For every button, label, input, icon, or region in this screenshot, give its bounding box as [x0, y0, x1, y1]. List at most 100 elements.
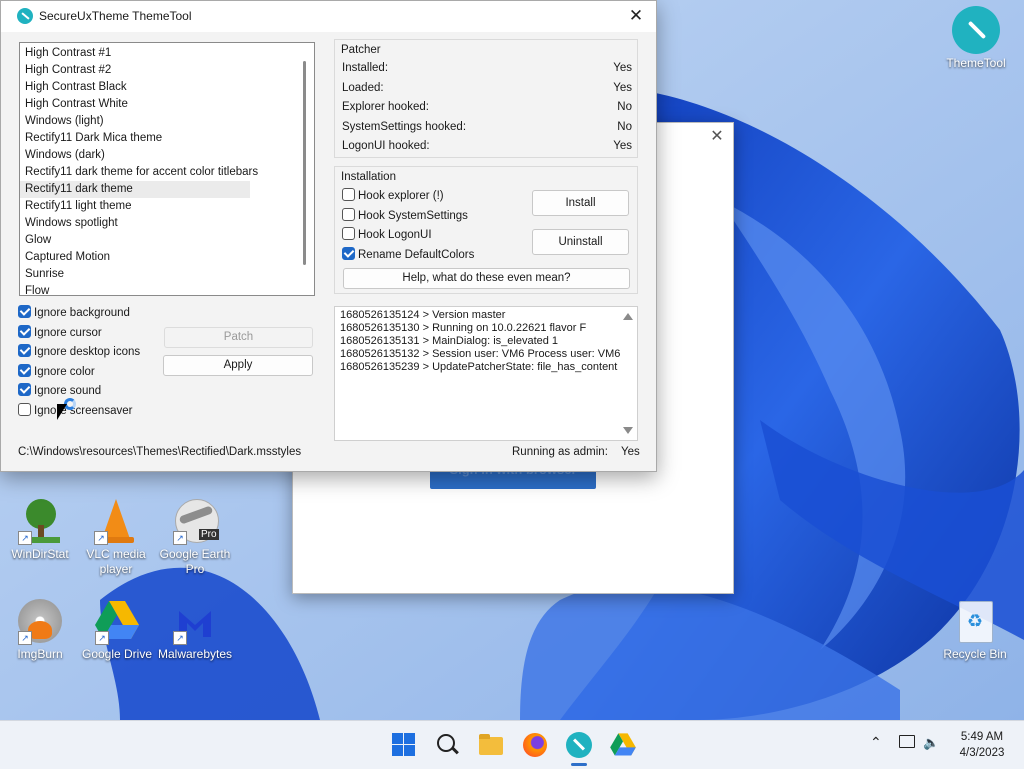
- log-output[interactable]: 1680526135124 > Version master 168052613…: [334, 306, 638, 441]
- desktop-icon-label: WinDirStat: [11, 547, 69, 561]
- patcher-value: No: [617, 121, 632, 133]
- patch-button[interactable]: Patch: [164, 327, 313, 348]
- shortcut-arrow-icon: ↗: [173, 531, 187, 545]
- option-label: Ignore color: [34, 366, 95, 378]
- recycle-bin-icon: ♻: [951, 597, 999, 645]
- patcher-label: Loaded:: [342, 82, 384, 94]
- apply-button[interactable]: Apply: [163, 355, 313, 376]
- scroll-up-icon[interactable]: [623, 313, 633, 320]
- patcher-label: SystemSettings hooked:: [342, 121, 467, 133]
- checkbox-unchecked[interactable]: [342, 227, 355, 241]
- shortcut-arrow-icon: ↗: [94, 531, 108, 545]
- theme-list-item[interactable]: High Contrast White: [20, 96, 250, 113]
- file-explorer-icon[interactable]: [477, 731, 505, 759]
- theme-list-item[interactable]: Sunrise: [20, 266, 250, 283]
- close-button[interactable]: ✕: [622, 4, 650, 28]
- desktop-icon-malwarebytes[interactable]: ↗ Malwarebytes: [155, 597, 235, 662]
- volume-icon[interactable]: 🔈: [923, 735, 939, 751]
- checkbox-checked[interactable]: [18, 383, 31, 397]
- hook-systemsettings-option[interactable]: Hook SystemSettings: [342, 207, 468, 225]
- themetool-window: SecureUxTheme ThemeTool ✕ High Contrast …: [0, 0, 657, 472]
- checkbox-checked[interactable]: [342, 247, 355, 261]
- patcher-label: LogonUI hooked:: [342, 140, 430, 152]
- desktop-icon-themetool[interactable]: ThemeTool: [936, 6, 1016, 71]
- hook-explorer-option[interactable]: Hook explorer (!): [342, 187, 444, 205]
- desktop-icon-windirstat[interactable]: ↗ WinDirStat: [0, 497, 80, 562]
- log-line: 1680526135239 > UpdatePatcherState: file…: [340, 361, 618, 373]
- checkbox-unchecked[interactable]: [342, 188, 355, 202]
- patcher-value: Yes: [613, 140, 632, 152]
- patcher-row-systemsettings: SystemSettings hooked: No: [342, 121, 632, 137]
- theme-list-item[interactable]: Glow: [20, 232, 250, 249]
- option-label: Hook LogonUI: [358, 229, 432, 241]
- desktop-icon-label: Google Earth Pro: [159, 547, 231, 576]
- uninstall-button[interactable]: Uninstall: [532, 229, 629, 255]
- google-earth-icon: ↗ Pro: [171, 497, 219, 545]
- theme-list-item[interactable]: Rectify11 Dark Mica theme: [20, 130, 250, 147]
- patcher-value: Yes: [613, 62, 632, 74]
- install-button[interactable]: Install: [532, 190, 629, 216]
- theme-list-item[interactable]: Rectify11 dark theme for accent color ti…: [20, 164, 258, 181]
- patcher-value: Yes: [613, 82, 632, 94]
- theme-list-item[interactable]: Captured Motion: [20, 249, 250, 266]
- desktop-icon-imgburn[interactable]: ↗ ImgBurn: [0, 597, 80, 662]
- ignore-background-option[interactable]: Ignore background: [18, 304, 130, 322]
- patcher-row-explorer: Explorer hooked: No: [342, 101, 632, 117]
- checkbox-checked[interactable]: [18, 325, 31, 339]
- network-icon[interactable]: [899, 735, 915, 748]
- firefox-icon[interactable]: [521, 731, 549, 759]
- option-label: Hook explorer (!): [358, 190, 444, 202]
- checkbox-unchecked[interactable]: [18, 403, 31, 417]
- theme-list-items: High Contrast #1 High Contrast #2 High Con…: [20, 43, 314, 295]
- clock-time: 5:49 AM: [960, 731, 1004, 743]
- desktop-icon-label: Google Drive: [81, 647, 153, 661]
- ignore-sound-option[interactable]: Ignore sound: [18, 382, 101, 400]
- rename-defaultcolors-option[interactable]: Rename DefaultColors: [342, 246, 474, 264]
- patcher-label: Explorer hooked:: [342, 101, 429, 113]
- taskbar: ⌃ 🔈 5:49 AM 4/3/2023: [0, 720, 1024, 769]
- desktop-icon-label: VLC media player: [86, 547, 146, 576]
- theme-list-item[interactable]: Windows (dark): [20, 147, 250, 164]
- theme-list-item[interactable]: Rectify11 dark theme: [20, 181, 250, 198]
- theme-list-item[interactable]: Flow: [20, 283, 250, 295]
- installation-title: Installation: [341, 171, 396, 183]
- log-line: 1680526135131 > MainDialog: is_elevated …: [340, 335, 559, 347]
- checkbox-checked[interactable]: [18, 344, 31, 358]
- theme-list-item[interactable]: High Contrast #2: [20, 62, 250, 79]
- desktop-icon-recycle-bin[interactable]: ♻ Recycle Bin: [935, 597, 1015, 662]
- hook-logonui-option[interactable]: Hook LogonUI: [342, 226, 432, 244]
- app-icon: [17, 8, 33, 24]
- help-button[interactable]: Help, what do these even mean?: [343, 268, 630, 289]
- clock-date: 4/3/2023: [959, 747, 1005, 759]
- start-windows-icon[interactable]: [390, 731, 418, 759]
- desktop-icon-vlc[interactable]: ↗ VLC media player: [76, 497, 156, 577]
- patcher-title: Patcher: [341, 44, 381, 56]
- option-label: Ignore sound: [34, 385, 102, 397]
- checkbox-unchecked[interactable]: [342, 208, 355, 222]
- clock[interactable]: 5:49 AM 4/3/2023: [952, 729, 1012, 761]
- themetool-taskbar-icon[interactable]: [565, 731, 593, 759]
- ignore-desktop-icons-option[interactable]: Ignore desktop icons: [18, 343, 140, 361]
- scroll-down-icon[interactable]: [623, 427, 633, 434]
- google-drive-taskbar-icon[interactable]: [609, 731, 637, 759]
- close-icon[interactable]: ✕: [707, 127, 727, 147]
- theme-list-item[interactable]: High Contrast Black: [20, 79, 250, 96]
- theme-list-item[interactable]: Windows (light): [20, 113, 250, 130]
- theme-list[interactable]: High Contrast #1 High Contrast #2 High Con…: [19, 42, 315, 296]
- theme-list-item[interactable]: Rectify11 light theme: [20, 198, 250, 215]
- malwarebytes-icon: ↗: [171, 597, 219, 645]
- checkbox-checked[interactable]: [18, 305, 31, 319]
- option-label: Ignore desktop icons: [34, 346, 141, 358]
- log-line: 1680526135124 > Version master: [340, 309, 506, 321]
- theme-list-scrollbar[interactable]: [303, 61, 306, 265]
- ignore-cursor-option[interactable]: Ignore cursor: [18, 324, 102, 342]
- desktop-icon-google-earth[interactable]: ↗ Pro Google Earth Pro: [155, 497, 235, 577]
- ignore-color-option[interactable]: Ignore color: [18, 363, 95, 381]
- desktop-icon-google-drive[interactable]: ↗ Google Drive: [77, 597, 157, 662]
- theme-list-item[interactable]: High Contrast #1: [20, 45, 250, 62]
- search-icon[interactable]: [433, 731, 461, 759]
- chevron-up-icon[interactable]: ⌃: [870, 734, 882, 751]
- theme-list-item[interactable]: Windows spotlight: [20, 215, 250, 232]
- checkbox-checked[interactable]: [18, 364, 31, 378]
- desktop-icon-label: Recycle Bin: [943, 647, 1007, 661]
